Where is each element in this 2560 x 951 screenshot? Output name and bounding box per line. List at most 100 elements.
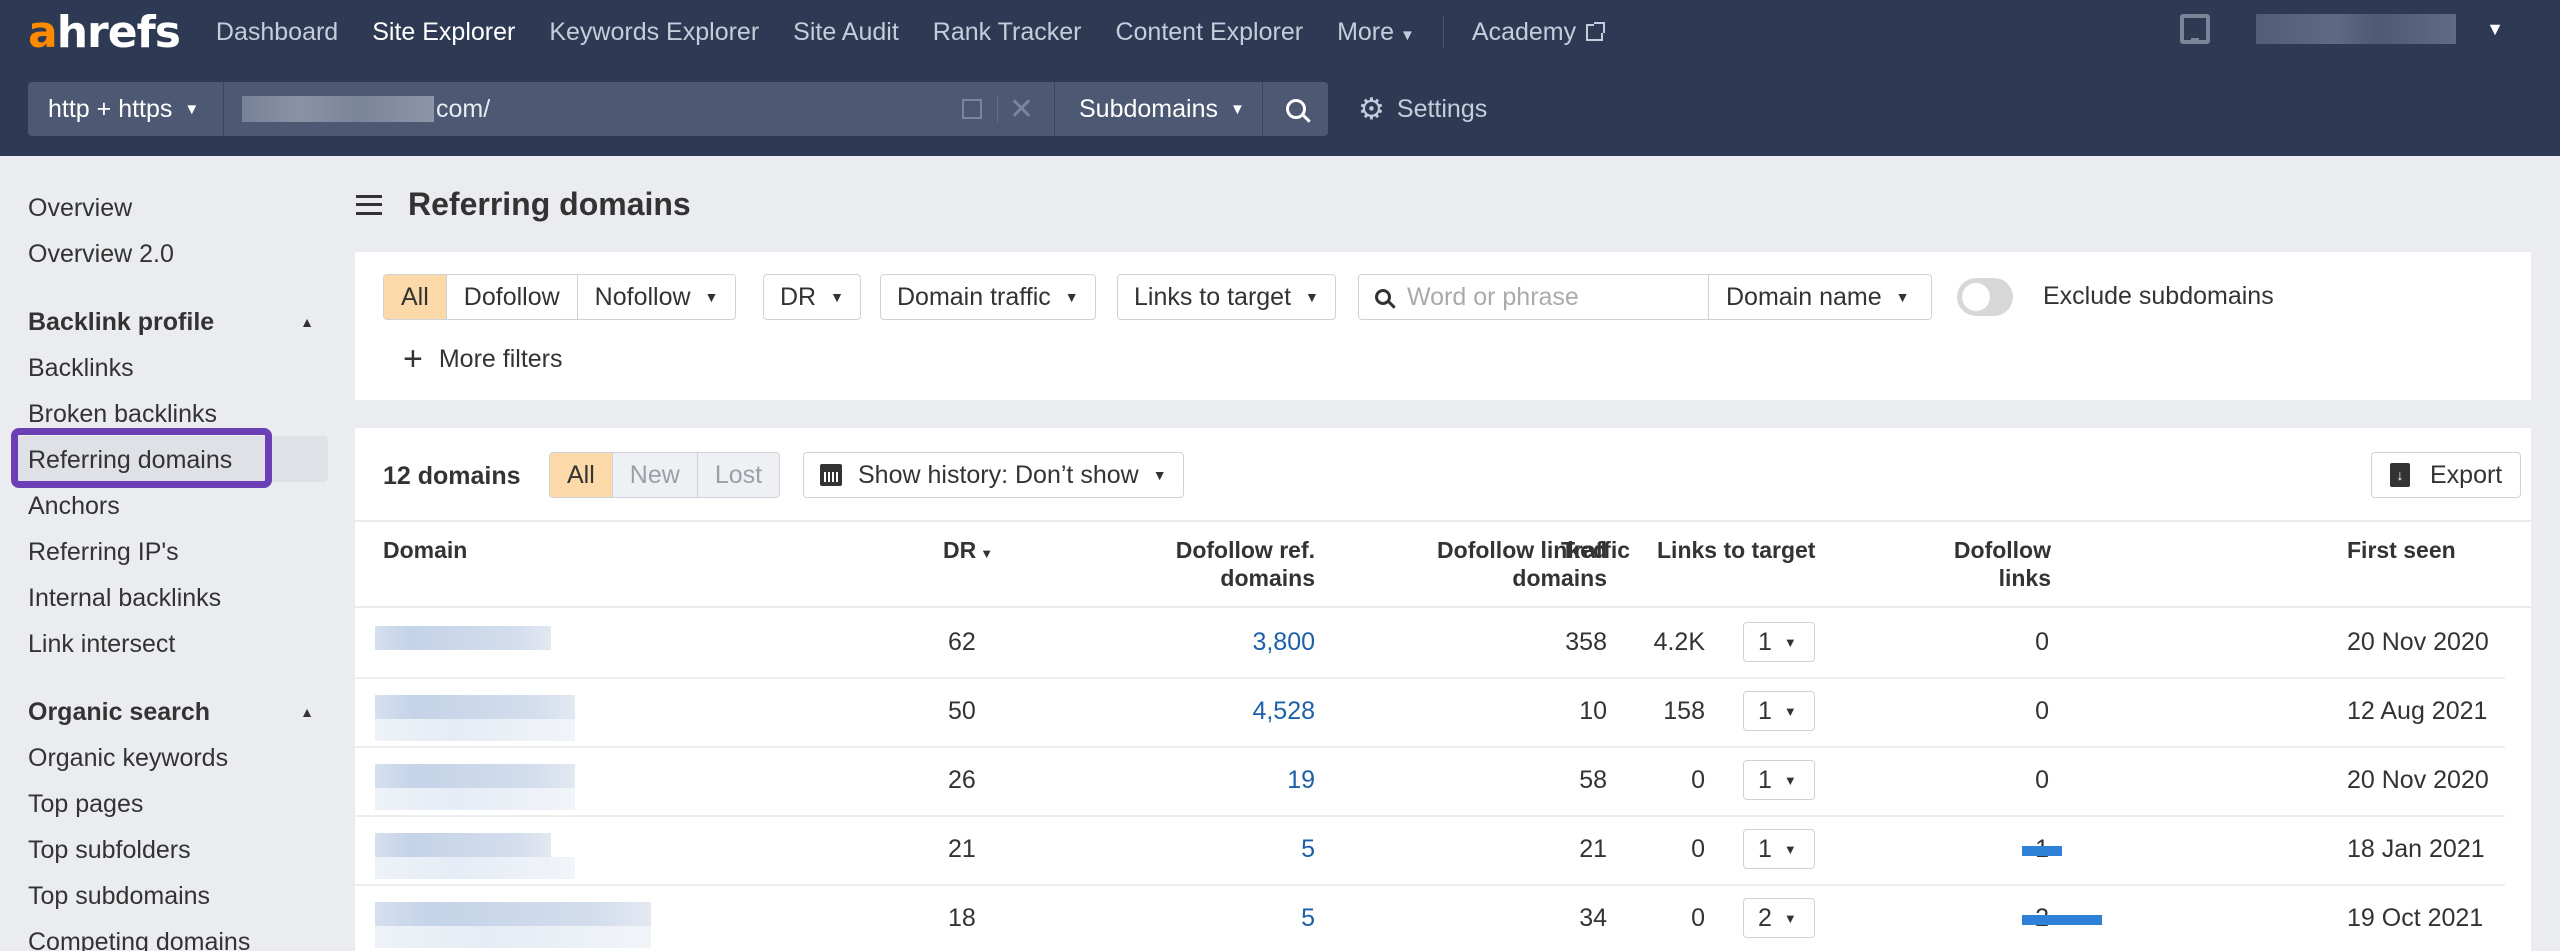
col-first-seen[interactable]: First seen bbox=[2347, 536, 2456, 564]
export-button[interactable]: ↓ Export bbox=[2371, 452, 2522, 498]
cell-dr: 50 bbox=[948, 697, 976, 725]
table-row[interactable]: 26 19 58 0 1 ▼ 0 20 Nov 2020 bbox=[355, 748, 2505, 817]
sidebar-item-overview-2[interactable]: Overview 2.0 bbox=[28, 240, 174, 269]
nav-dashboard[interactable]: Dashboard bbox=[216, 18, 338, 47]
show-history-select[interactable]: Show history: Don’t show ▼ bbox=[803, 452, 1184, 498]
hamburger-menu-icon[interactable] bbox=[356, 194, 382, 215]
clear-icon[interactable]: ✕ bbox=[1009, 92, 1034, 127]
links-to-target-dropdown[interactable]: 1 ▼ bbox=[1743, 622, 1815, 662]
status-all[interactable]: All bbox=[550, 453, 613, 497]
domain-redacted[interactable] bbox=[375, 886, 725, 951]
cell-traffic: 4.2K bbox=[1653, 628, 1705, 656]
exclude-subdomains-label: Exclude subdomains bbox=[2043, 282, 2274, 310]
nav-content-explorer[interactable]: Content Explorer bbox=[1115, 18, 1303, 47]
cell-dofollow-ref-domains[interactable]: 5 bbox=[1301, 904, 1315, 933]
status-lost[interactable]: Lost bbox=[697, 453, 780, 497]
page-header: Referring domains bbox=[356, 186, 691, 223]
sidebar-item-internal-backlinks[interactable]: Internal backlinks bbox=[28, 584, 221, 613]
mode-select[interactable]: Subdomains ▼ bbox=[1054, 82, 1262, 136]
cell-dofollow-ref-domains[interactable]: 5 bbox=[1301, 835, 1315, 864]
keyword-input[interactable] bbox=[1407, 282, 1697, 312]
nav-rank-tracker[interactable]: Rank Tracker bbox=[933, 18, 1082, 47]
domain-blur bbox=[375, 833, 551, 857]
links-to-target-dropdown[interactable]: 1 ▼ bbox=[1743, 829, 1815, 869]
sidebar-item-broken-backlinks[interactable]: Broken backlinks bbox=[28, 400, 217, 429]
cell-dr: 18 bbox=[948, 904, 976, 932]
top-header: ahrefs Dashboard Site Explorer Keywords … bbox=[0, 0, 2560, 156]
dr-filter[interactable]: DR ▼ bbox=[763, 274, 861, 320]
exclude-subdomains-toggle[interactable] bbox=[1957, 278, 2013, 316]
protocol-select[interactable]: http + https ▼ bbox=[28, 82, 224, 136]
sidebar-item-top-subfolders[interactable]: Top subfolders bbox=[28, 836, 191, 865]
sort-desc-icon: ▼ bbox=[980, 546, 994, 561]
links-to-target-dropdown[interactable]: 1 ▼ bbox=[1743, 691, 1815, 731]
external-link-icon bbox=[1586, 21, 1606, 41]
sidebar-item-referring-ips[interactable]: Referring IP's bbox=[28, 538, 179, 567]
open-external-icon[interactable] bbox=[962, 99, 982, 119]
gear-icon: ⚙ bbox=[1358, 92, 1385, 126]
table-row[interactable]: 50 4,528 10 158 1 ▼ 0 12 Aug 2021 bbox=[355, 679, 2505, 748]
col-links-to-target[interactable]: Links to target bbox=[1657, 536, 1815, 564]
keyword-filter: Domain name▼ bbox=[1358, 274, 1932, 320]
filter-dofollow[interactable]: Dofollow bbox=[446, 275, 578, 319]
links-to-target-filter[interactable]: Links to target ▼ bbox=[1117, 274, 1336, 320]
col-traffic[interactable]: Traffic bbox=[1561, 536, 1630, 564]
caret-down-icon: ▼ bbox=[1400, 26, 1415, 44]
more-filters-button[interactable]: + More filters bbox=[403, 342, 563, 376]
cell-dofollow-ref-domains[interactable]: 3,800 bbox=[1252, 628, 1315, 657]
search-button[interactable] bbox=[1262, 82, 1328, 136]
filter-nofollow[interactable]: Nofollow ▼ bbox=[577, 275, 736, 319]
sidebar-item-top-pages[interactable]: Top pages bbox=[28, 790, 143, 819]
cell-dofollow-ref-domains[interactable]: 19 bbox=[1287, 766, 1315, 795]
url-input[interactable]: com/ ✕ bbox=[224, 82, 1054, 136]
nav-site-explorer[interactable]: Site Explorer bbox=[372, 18, 515, 47]
domain-redacted[interactable] bbox=[375, 610, 725, 679]
caret-down-icon: ▼ bbox=[1783, 910, 1797, 926]
nav-site-audit[interactable]: Site Audit bbox=[793, 18, 899, 47]
filter-all[interactable]: All bbox=[384, 275, 447, 319]
nav-more[interactable]: More ▼ bbox=[1337, 18, 1415, 47]
domain-redacted[interactable] bbox=[375, 679, 725, 748]
collapse-icon[interactable]: ▲ bbox=[300, 704, 314, 720]
col-dr[interactable]: DR ▼ bbox=[943, 536, 993, 568]
collapse-icon[interactable]: ▲ bbox=[300, 314, 314, 330]
col-domain[interactable]: Domain bbox=[383, 536, 467, 564]
nav-keywords-explorer[interactable]: Keywords Explorer bbox=[549, 18, 759, 47]
sidebar-item-competing-domains[interactable]: Competing domains bbox=[28, 928, 250, 951]
table-row[interactable]: 62 3,800 358 4.2K 1 ▼ 0 20 Nov 2020 bbox=[355, 610, 2505, 679]
account-caret-down-icon[interactable]: ▼ bbox=[2486, 19, 2504, 40]
status-new[interactable]: New bbox=[612, 453, 698, 497]
sidebar-item-organic-keywords[interactable]: Organic keywords bbox=[28, 744, 228, 773]
keyword-input-wrap bbox=[1359, 275, 1709, 319]
cell-first-seen: 20 Nov 2020 bbox=[2347, 766, 2489, 794]
nav-academy[interactable]: Academy bbox=[1472, 18, 1606, 47]
sidebar-section-backlink-profile[interactable]: Backlink profile ▲ bbox=[28, 308, 314, 337]
inbox-icon[interactable] bbox=[2180, 14, 2211, 44]
domain-redacted[interactable] bbox=[375, 817, 725, 886]
sidebar-item-overview[interactable]: Overview bbox=[28, 194, 132, 223]
account-name-redacted[interactable] bbox=[2256, 14, 2457, 44]
sidebar-item-link-intersect[interactable]: Link intersect bbox=[28, 630, 175, 659]
cell-dofollow-ref-domains[interactable]: 4,528 bbox=[1252, 697, 1315, 726]
account-area: ▼ bbox=[2180, 14, 2504, 44]
sidebar-item-anchors[interactable]: Anchors bbox=[28, 492, 120, 521]
domain-redacted[interactable] bbox=[375, 748, 725, 817]
sidebar-section-organic-search[interactable]: Organic search ▲ bbox=[28, 698, 314, 727]
ahrefs-logo[interactable]: ahrefs bbox=[28, 7, 181, 58]
settings-button[interactable]: ⚙ Settings bbox=[1358, 82, 1487, 136]
nav-divider bbox=[1442, 16, 1444, 48]
caret-down-icon: ▼ bbox=[1895, 289, 1910, 305]
table-row[interactable]: 2152101▼118 Jan 2021 bbox=[355, 817, 2505, 886]
sidebar-item-backlinks[interactable]: Backlinks bbox=[28, 354, 134, 383]
col-dofollow-links[interactable]: Dofollow links bbox=[1954, 536, 2051, 592]
links-to-target-dropdown[interactable]: 2 ▼ bbox=[1743, 898, 1815, 938]
sidebar-item-top-subdomains[interactable]: Top subdomains bbox=[28, 882, 210, 911]
search-scope-select[interactable]: Domain name ▼ bbox=[1709, 283, 1910, 312]
annotation-highlight-box bbox=[11, 428, 272, 488]
table-row[interactable]: 1853402▼219 Oct 2021 bbox=[355, 886, 2505, 951]
col-dofollow-ref-domains[interactable]: Dofollow ref. domains bbox=[1176, 536, 1315, 592]
domain-traffic-filter[interactable]: Domain traffic ▼ bbox=[880, 274, 1096, 320]
cell-dr: 21 bbox=[948, 835, 976, 863]
links-to-target-dropdown[interactable]: 1 ▼ bbox=[1743, 760, 1815, 800]
calendar-icon bbox=[820, 464, 842, 486]
